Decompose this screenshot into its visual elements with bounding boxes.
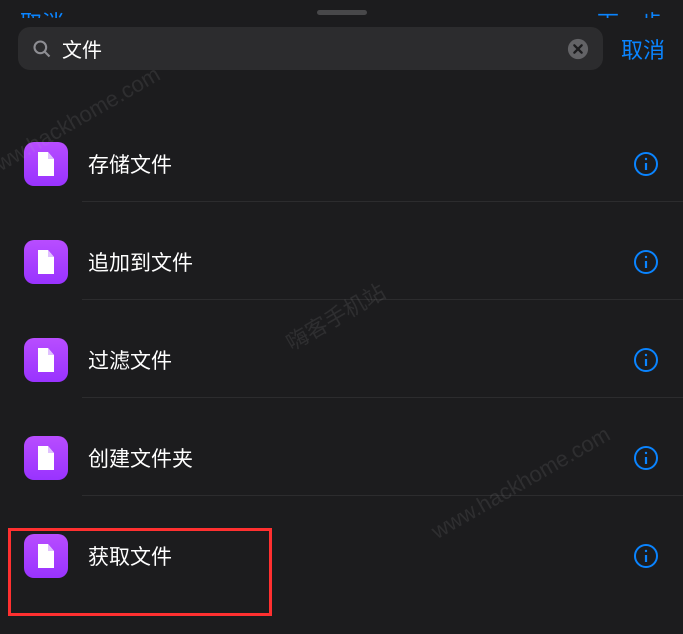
search-row: 取消 — [0, 15, 683, 86]
file-icon — [24, 142, 68, 186]
list-item[interactable]: 获取文件 — [0, 518, 683, 594]
list-item-label: 过滤文件 — [88, 345, 613, 375]
list-item-label: 获取文件 — [88, 541, 613, 571]
list-item-label: 存储文件 — [88, 149, 613, 179]
list-item[interactable]: 存储文件 — [0, 126, 683, 202]
list-item-label: 追加到文件 — [88, 247, 613, 277]
file-icon — [24, 534, 68, 578]
search-icon — [32, 39, 52, 59]
info-icon[interactable] — [633, 249, 659, 275]
list-item[interactable]: 创建文件夹 — [0, 420, 683, 496]
list-item[interactable]: 过滤文件 — [0, 322, 683, 398]
previous-screen-partial: 取消 下一步 — [0, 6, 683, 18]
results-list: 存储文件追加到文件过滤文件创建文件夹获取文件 — [0, 86, 683, 594]
info-icon[interactable] — [633, 151, 659, 177]
info-icon[interactable] — [633, 445, 659, 471]
search-container[interactable] — [18, 27, 603, 70]
file-icon — [24, 436, 68, 480]
search-input[interactable] — [62, 37, 557, 60]
file-icon — [24, 338, 68, 382]
list-item-label: 创建文件夹 — [88, 443, 613, 473]
file-icon — [24, 240, 68, 284]
cancel-button[interactable]: 取消 — [621, 33, 665, 65]
info-icon[interactable] — [633, 347, 659, 373]
clear-search-icon[interactable] — [567, 38, 589, 60]
list-item[interactable]: 追加到文件 — [0, 224, 683, 300]
info-icon[interactable] — [633, 543, 659, 569]
